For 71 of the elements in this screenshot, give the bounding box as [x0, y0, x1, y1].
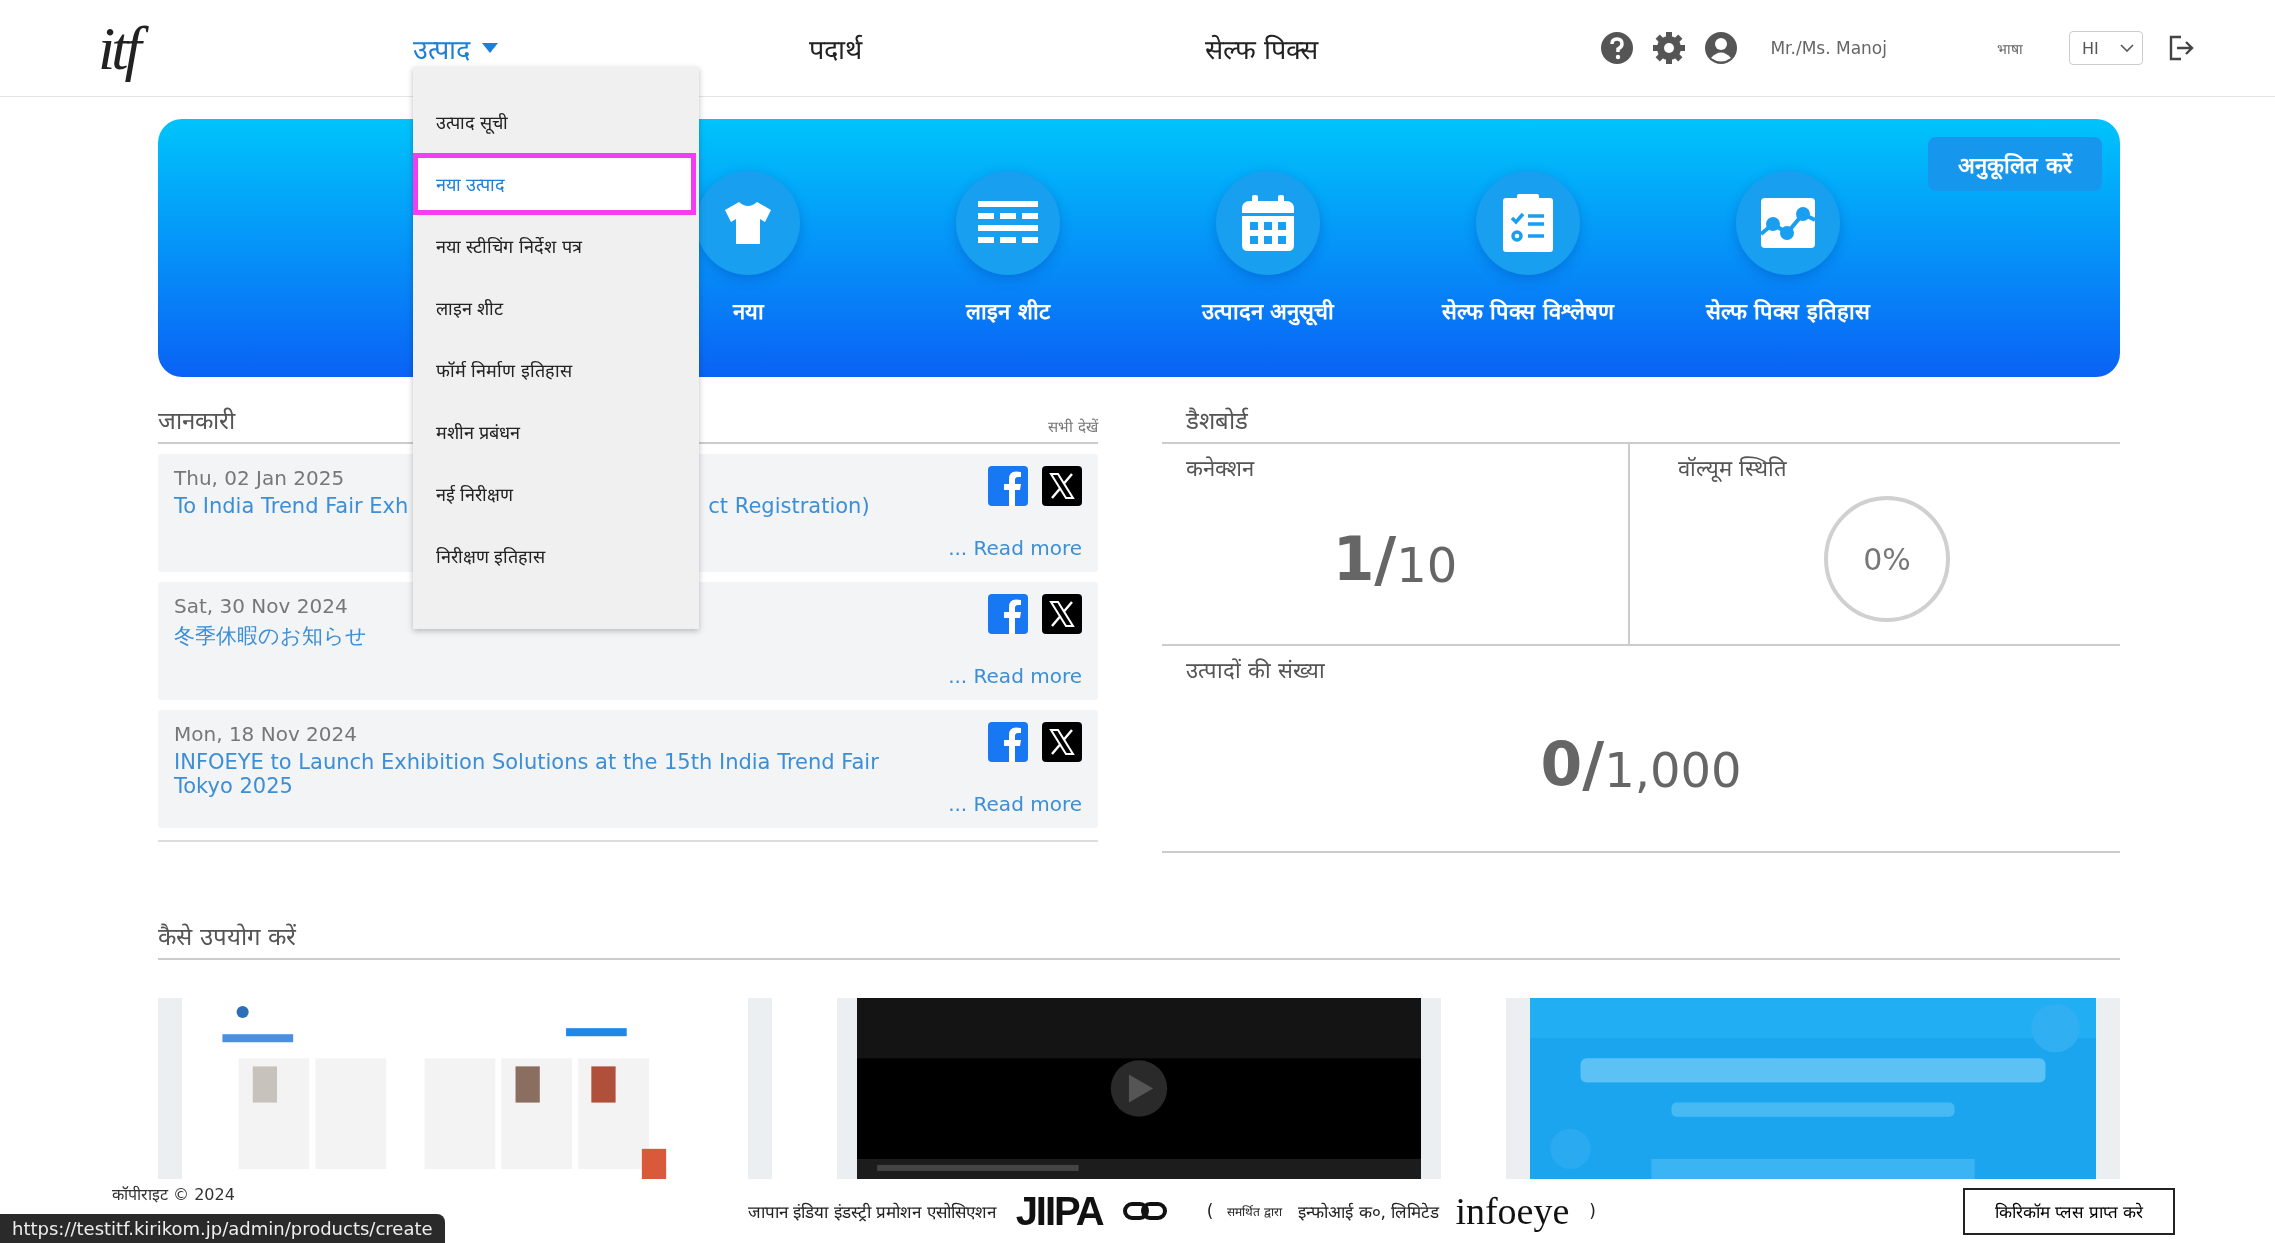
menu-item[interactable]: नई निरीक्षण: [412, 462, 696, 525]
language-select[interactable]: HI: [2069, 31, 2143, 65]
menu-item[interactable]: निरीक्षण इतिहास: [412, 524, 696, 587]
section-title: जानकारी: [158, 406, 235, 436]
stat-label: उत्पादों की संख्या: [1186, 657, 1326, 684]
view-all-link[interactable]: सभी देखें: [1048, 416, 1098, 436]
shortcut-label[interactable]: नया: [732, 295, 764, 325]
news-date: Mon, 18 Nov 2024: [174, 722, 358, 746]
section-title: डैशबोर्ड: [1186, 407, 1248, 435]
lines-icon: [978, 201, 1038, 245]
company-logo[interactable]: infoeye: [1455, 1189, 1570, 1233]
facebook-icon[interactable]: [988, 466, 1028, 506]
stat-label: वॉल्यूम स्थिति: [1678, 455, 1788, 482]
stat-max: 10: [1396, 537, 1458, 593]
stat-label: कनेक्शन: [1186, 455, 1256, 482]
news-title[interactable]: To India Trend Fair Exh: [174, 494, 409, 518]
stat-value: 1/: [1332, 524, 1397, 594]
read-more-link[interactable]: ... Read more: [948, 536, 1082, 560]
news-title[interactable]: INFOEYE to Launch Exhibition Solutions at the 15th India Trend Fair Tokyo 2025: [174, 750, 932, 798]
line-chart-icon: [1761, 198, 1815, 248]
news-title[interactable]: ct Registration): [708, 494, 870, 518]
read-more-link[interactable]: ... Read more: [948, 664, 1082, 688]
user-name: Mr./Ms. Manoj: [1770, 38, 1887, 58]
menu-item[interactable]: लाइन शीट: [412, 276, 696, 339]
facebook-icon[interactable]: [988, 594, 1028, 634]
association-name: जापान इंडिया इंडस्ट्री प्रमोशन एसोसिएशन: [748, 1200, 996, 1223]
calendar-icon: [1242, 195, 1294, 251]
customize-button[interactable]: अनुकूलित करें: [1928, 137, 2102, 191]
company-name: इन्फोआई क०, लिमिटेड: [1298, 1200, 1440, 1223]
section-title: कैसे उपयोग करें: [158, 922, 297, 952]
menu-item[interactable]: उत्पाद सूची: [412, 90, 696, 153]
x-logo-icon[interactable]: [1042, 594, 1082, 634]
news-date: Thu, 02 Jan 2025: [174, 466, 346, 490]
clipboard-icon: [1503, 194, 1553, 252]
shortcut-label[interactable]: लाइन शीट: [966, 295, 1050, 325]
x-logo-icon[interactable]: [1042, 722, 1082, 762]
menu-item[interactable]: नया उत्पाद: [412, 152, 696, 215]
facebook-icon[interactable]: [988, 722, 1028, 762]
menu-item[interactable]: फॉर्म निर्माण इतिहास: [412, 338, 696, 401]
gauge-reading: 0%: [1863, 541, 1911, 577]
t-shirt-icon: [723, 200, 773, 246]
news-title[interactable]: 冬季休暇のお知らせ: [174, 622, 367, 650]
shortcut-label[interactable]: उत्पादन अनुसूची: [1201, 295, 1335, 325]
news-date: Sat, 30 Nov 2024: [174, 594, 349, 618]
nav-menu-item[interactable]: उत्पाद: [412, 29, 498, 67]
copyright-text: कॉपीराइट © 2024: [112, 1184, 236, 1205]
shortcut-label[interactable]: सेल्फ पिक्स विश्लेषण: [1441, 295, 1615, 325]
stat-max: 1,000: [1604, 741, 1742, 798]
shortcut-label[interactable]: सेल्फ पिक्स इतिहास: [1705, 295, 1871, 325]
get-app-button[interactable]: किरिकॉम प्लस प्राप्त करे: [1962, 1187, 2175, 1235]
read-more-link[interactable]: ... Read more: [948, 792, 1082, 816]
chevron-icon: [2120, 44, 2134, 52]
nav-menu-item[interactable]: पदार्थ: [808, 29, 862, 67]
logout-icon[interactable]: [2167, 34, 2195, 62]
caret-icon: [481, 43, 498, 53]
menu-item[interactable]: मशीन प्रबंधन: [412, 400, 696, 463]
paren-text: ): [1589, 1201, 1596, 1221]
paren-text: (: [1206, 1201, 1214, 1221]
language-label: भाषा: [1997, 39, 2023, 58]
association-logo[interactable]: JIIPA: [1015, 1188, 1103, 1234]
settings-icon[interactable]: [1652, 31, 1687, 65]
site-logo[interactable]: itf: [98, 12, 413, 84]
x-logo-icon[interactable]: [1042, 466, 1082, 506]
nav-menu-item[interactable]: सेल्फ पिक्स: [1204, 29, 1319, 67]
menu-item[interactable]: नया स्टीचिंग निर्देश पत्र: [412, 214, 696, 277]
supported-by-text: समर्थित द्वारा: [1227, 1203, 1283, 1220]
user-avatar-icon[interactable]: [1704, 31, 1739, 65]
help-icon[interactable]: [1600, 31, 1635, 65]
status-url-tooltip: https://testitf.kirikom.jp/admin/products/create: [0, 1214, 445, 1243]
link-icon: [1122, 1201, 1167, 1221]
stat-value: 0/: [1540, 728, 1605, 799]
